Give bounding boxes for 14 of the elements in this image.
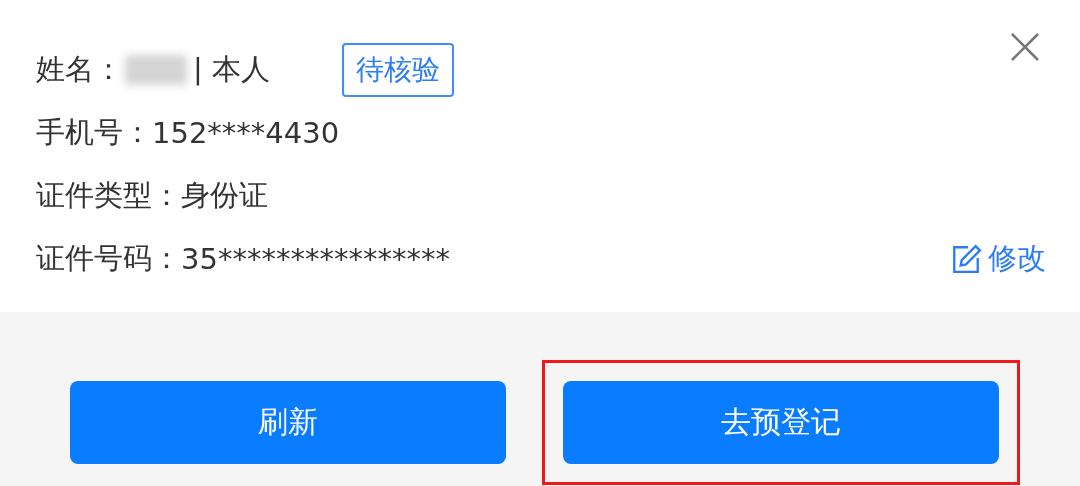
relation-text: | 本人	[193, 50, 270, 88]
close-icon[interactable]	[1010, 32, 1040, 62]
field-value: 35****************	[181, 241, 450, 276]
edit-link[interactable]: 修改	[950, 238, 1046, 279]
field-label: 证件号码：	[36, 239, 181, 277]
field-label: 姓名：	[36, 50, 123, 88]
field-value: 身份证	[181, 176, 268, 214]
status-badge: 待核验	[342, 42, 454, 97]
field-label: 证件类型：	[36, 176, 181, 214]
field-value: 152****4430	[152, 115, 340, 150]
edit-icon	[950, 242, 982, 275]
action-button[interactable]: 刷新	[70, 381, 506, 464]
field-label: 手机号：	[36, 113, 152, 151]
action-button[interactable]: 去预登记	[563, 381, 999, 464]
